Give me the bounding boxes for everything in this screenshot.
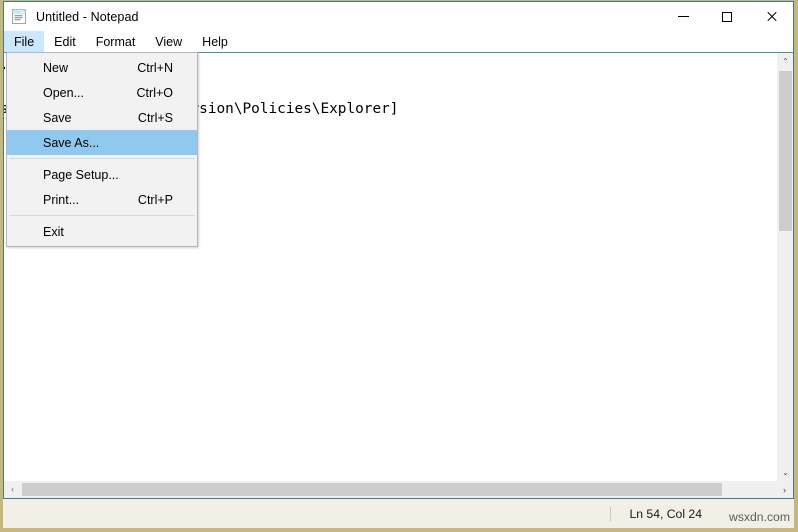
menu-item-new[interactable]: New Ctrl+N [7, 55, 197, 80]
maximize-button[interactable] [705, 2, 749, 31]
menu-item-save-as[interactable]: Save As... [7, 130, 197, 155]
window-controls [661, 2, 793, 31]
menu-item-page-setup-label: Page Setup... [43, 167, 119, 182]
menu-edit[interactable]: Edit [44, 31, 86, 52]
menu-help-label: Help [202, 34, 228, 49]
text-line: "NoToolbarsOnTaskbar"=- [4, 252, 776, 274]
menu-item-exit[interactable]: Exit [7, 219, 197, 244]
minimize-button[interactable] [661, 2, 705, 31]
horizontal-scrollbar-thumb[interactable] [22, 483, 722, 496]
menu-file[interactable]: File [4, 31, 45, 52]
status-bar: Ln 54, Col 24 [3, 499, 794, 528]
menu-item-save-label: Save [43, 110, 72, 125]
scroll-right-arrow-icon[interactable]: › [776, 481, 793, 498]
vertical-scrollbar-thumb[interactable] [779, 71, 792, 231]
scroll-down-arrow-icon[interactable]: ⌄ [777, 464, 793, 481]
menu-separator [9, 215, 195, 216]
menu-file-label: File [14, 34, 35, 49]
scroll-left-arrow-icon[interactable]: ‹ [4, 481, 21, 498]
text-line: "NoTrayItemsDisplay"=- [4, 296, 776, 318]
title-bar[interactable]: Untitled - Notepad [4, 2, 793, 31]
menu-bar: File Edit Format View Help [4, 31, 793, 52]
menu-item-new-accelerator: Ctrl+N [137, 60, 173, 75]
menu-item-new-label: New [43, 60, 69, 75]
file-dropdown-menu: New Ctrl+N Open... Ctrl+O Save Ctrl+S Sa… [6, 52, 198, 247]
close-icon [766, 11, 777, 22]
text-line: "TaskbarNoRedock"=- [4, 362, 776, 384]
menu-item-save-as-label: Save As... [43, 135, 100, 150]
menu-format[interactable]: Format [86, 31, 146, 52]
text-line: "TaskbarLockAll"=- [4, 318, 776, 340]
cursor-position-status: Ln 54, Col 24 [610, 506, 702, 521]
menu-item-print[interactable]: Print... Ctrl+P [7, 187, 197, 212]
menu-item-open[interactable]: Open... Ctrl+O [7, 80, 197, 105]
notepad-window: Untitled - Notepad File Edit Format View… [3, 1, 794, 499]
vertical-scrollbar[interactable]: ⌃ ⌄ [776, 53, 793, 481]
menu-item-save-accelerator: Ctrl+S [137, 110, 173, 125]
menu-help[interactable]: Help [192, 31, 238, 52]
menu-item-exit-label: Exit [43, 224, 64, 239]
menu-view-label: View [155, 34, 183, 49]
window-title: Untitled - Notepad [36, 9, 139, 24]
notepad-icon [12, 9, 26, 24]
text-line: "NoTrayContextMenu"=- [4, 274, 776, 296]
menu-item-print-label: Print... [43, 192, 80, 207]
watermark-text: wsxdn.com [729, 510, 790, 524]
menu-item-save[interactable]: Save Ctrl+S [7, 105, 197, 130]
text-line: "TaskbarNoNotification"=- [4, 406, 776, 428]
close-button[interactable] [749, 2, 793, 31]
text-line: "TaskbarNoAddRemoveToolbar"=- [4, 340, 776, 362]
scroll-up-arrow-icon[interactable]: ⌃ [777, 53, 793, 70]
menu-edit-label: Edit [54, 34, 76, 49]
horizontal-scrollbar[interactable]: ‹ [4, 481, 776, 498]
menu-item-open-label: Open... [43, 85, 84, 100]
menu-item-open-accelerator: Ctrl+O [136, 85, 173, 100]
minimize-icon [677, 16, 689, 17]
menu-format-label: Format [95, 34, 136, 49]
menu-separator [9, 158, 195, 159]
menu-view[interactable]: View [145, 31, 192, 52]
text-line: "TaskbarNoResize"=- [4, 384, 776, 406]
menu-item-page-setup[interactable]: Page Setup... [7, 162, 197, 187]
desktop-background: Untitled - Notepad File Edit Format View… [0, 0, 798, 532]
maximize-icon [722, 11, 732, 22]
menu-item-print-accelerator: Ctrl+P [137, 192, 173, 207]
